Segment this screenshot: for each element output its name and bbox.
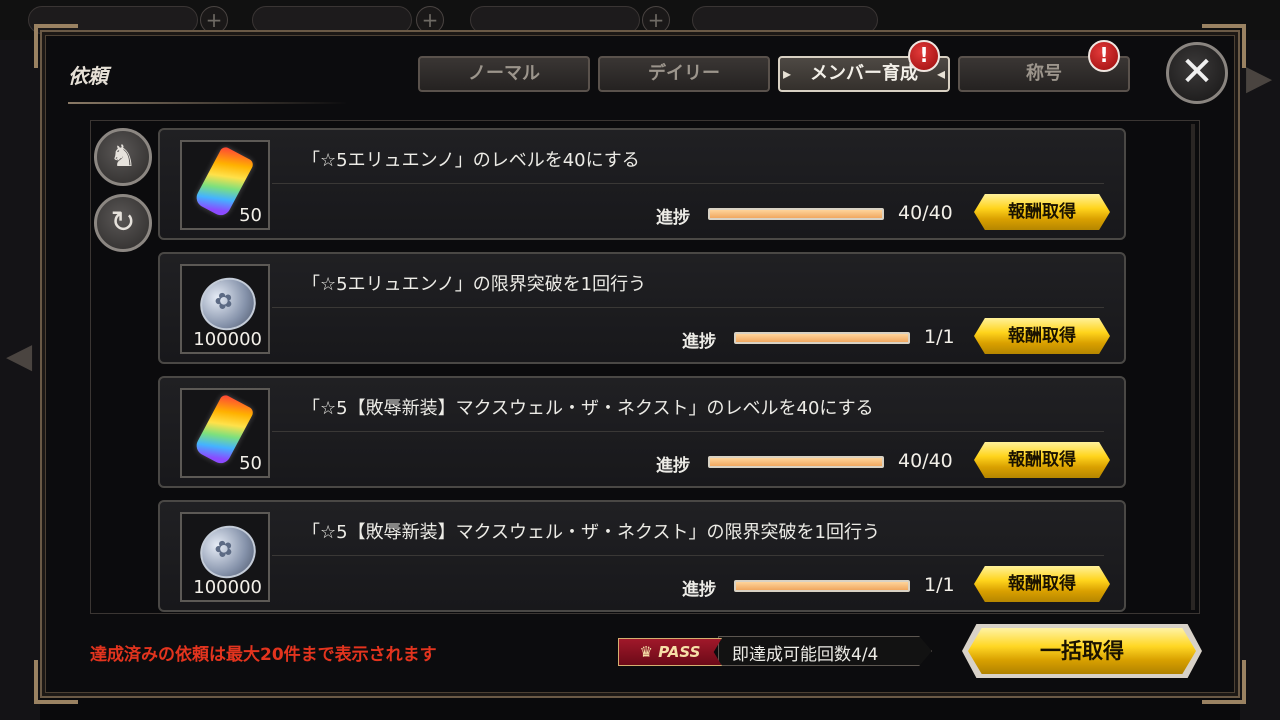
- quest-panel: 依頼 ノーマル デイリー メンバー育成 称号 ! ! ✕ ♞ ↻ 50 「☆5エ…: [34, 24, 1246, 704]
- close-icon: ✕: [1180, 49, 1214, 95]
- panel-title: 依頼: [68, 64, 108, 88]
- tab-label: ノーマル: [468, 63, 540, 84]
- progress-value: 40/40: [898, 202, 953, 224]
- pass-badge-label: PASS: [658, 643, 701, 661]
- quest-card: 100000 「☆5【敗辱新装】マクスウェル・ザ・ネクスト」の限界突破を1回行う…: [158, 500, 1126, 612]
- progress-bar: [734, 580, 910, 592]
- background-left: [0, 40, 40, 720]
- quest-card: 50 「☆5【敗辱新装】マクスウェル・ザ・ネクスト」のレベルを40にする 進捗 …: [158, 376, 1126, 488]
- quest-description: 「☆5エリュエンノ」のレベルを40にする: [302, 150, 640, 171]
- close-button[interactable]: ✕: [1166, 42, 1228, 104]
- progress-bar: [708, 208, 884, 220]
- tab-label: 称号: [1026, 63, 1062, 84]
- reward-item[interactable]: 100000: [180, 512, 270, 602]
- progress-label: 進捗: [682, 332, 716, 352]
- ornament-corner: [34, 660, 78, 704]
- quest-description: 「☆5【敗辱新装】マクスウェル・ザ・ネクスト」のレベルを40にする: [302, 398, 874, 419]
- reward-item[interactable]: 50: [180, 388, 270, 478]
- pass-badge: ♛ PASS: [618, 638, 722, 666]
- scrollbar[interactable]: [1191, 124, 1195, 610]
- silver-coin-icon: [192, 269, 264, 339]
- tab-daily[interactable]: デイリー: [598, 56, 770, 92]
- title-divider: [68, 102, 348, 104]
- progress-fill: [710, 458, 882, 466]
- right-arrow-icon: ▶: [1246, 58, 1273, 98]
- quest-card: 100000 「☆5エリュエンノ」の限界突破を1回行う 進捗 1/1 報酬取得: [158, 252, 1126, 364]
- reward-count: 100000: [193, 577, 262, 598]
- reward-item[interactable]: 100000: [180, 264, 270, 354]
- progress-label: 進捗: [656, 456, 690, 476]
- progress-value: 1/1: [924, 574, 955, 596]
- claim-reward-button[interactable]: 報酬取得: [974, 566, 1110, 602]
- progress-label: 進捗: [656, 208, 690, 228]
- ornament-corner: [1202, 660, 1246, 704]
- background-right: [1240, 40, 1280, 720]
- progress-fill: [710, 210, 882, 218]
- alert-icon: !: [908, 40, 940, 72]
- progress-value: 40/40: [898, 450, 953, 472]
- claim-reward-button[interactable]: 報酬取得: [974, 194, 1110, 230]
- quest-description: 「☆5【敗辱新装】マクスウェル・ザ・ネクスト」の限界突破を1回行う: [302, 522, 880, 543]
- tab-label: デイリー: [648, 63, 720, 84]
- instant-complete-count: 即達成可能回数4/4: [732, 645, 879, 665]
- progress-bar: [734, 332, 910, 344]
- silver-coin-icon: [192, 517, 264, 587]
- crown-icon: ♛: [639, 643, 653, 661]
- quest-card: 50 「☆5エリュエンノ」のレベルを40にする 進捗 40/40 報酬取得: [158, 128, 1126, 240]
- reward-count: 50: [239, 205, 262, 226]
- claim-reward-button[interactable]: 報酬取得: [974, 318, 1110, 354]
- quest-description: 「☆5エリュエンノ」の限界突破を1回行う: [302, 274, 647, 295]
- tab-normal[interactable]: ノーマル: [418, 56, 590, 92]
- bulk-claim-button[interactable]: 一括取得: [968, 628, 1196, 674]
- progress-fill: [736, 582, 908, 590]
- reward-count: 100000: [193, 329, 262, 350]
- alert-icon: !: [1088, 40, 1120, 72]
- refresh-icon: ↻: [110, 205, 136, 240]
- claim-reward-button[interactable]: 報酬取得: [974, 442, 1110, 478]
- progress-bar: [708, 456, 884, 468]
- refresh-button[interactable]: ↻: [94, 194, 152, 252]
- progress-label: 進捗: [682, 580, 716, 600]
- knight-helmet-icon: ♞: [109, 139, 137, 174]
- left-arrow-icon: ◀: [6, 336, 33, 376]
- display-limit-note: 達成済みの依頼は最大20件まで表示されます: [90, 645, 437, 665]
- reward-count: 50: [239, 453, 262, 474]
- progress-value: 1/1: [924, 326, 955, 348]
- reward-item[interactable]: 50: [180, 140, 270, 230]
- tab-label: メンバー育成: [810, 63, 918, 84]
- character-filter-button[interactable]: ♞: [94, 128, 152, 186]
- progress-fill: [736, 334, 908, 342]
